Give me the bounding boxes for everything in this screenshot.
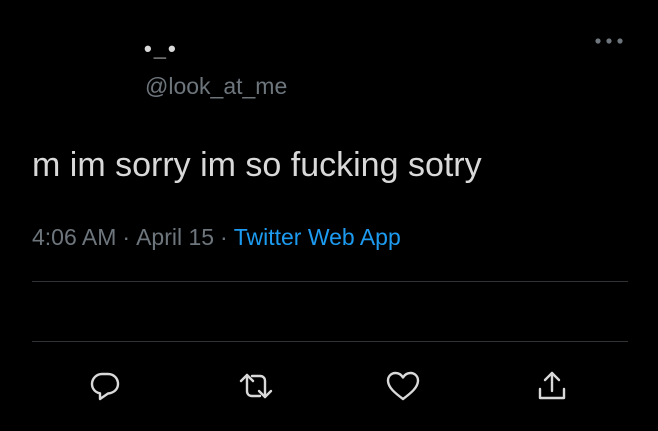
like-button[interactable] (383, 362, 423, 410)
divider (32, 281, 628, 282)
tweet-time[interactable]: 4:06 AM (32, 224, 116, 250)
reply-button[interactable] (85, 362, 125, 410)
divider (32, 341, 628, 342)
like-icon (385, 369, 421, 403)
tweet-text: m im sorry im so fucking sotry (32, 146, 482, 184)
tweet-source-link[interactable]: Twitter Web App (234, 224, 401, 250)
meta-separator: · (220, 224, 228, 250)
retweet-icon (238, 369, 274, 403)
share-button[interactable] (532, 362, 572, 410)
more-options-icon (594, 37, 624, 45)
retweet-button[interactable] (236, 362, 276, 410)
tweet-detail: •_• @look_at_me m im sorry im so fucking… (0, 0, 658, 431)
tweet-meta: 4:06 AM · April 15 · Twitter Web App (32, 224, 401, 251)
tweet-date[interactable]: April 15 (136, 224, 214, 250)
more-options-button[interactable] (591, 30, 627, 52)
share-icon (535, 369, 569, 403)
user-handle[interactable]: @look_at_me (145, 73, 287, 100)
reply-icon (88, 369, 122, 403)
display-name[interactable]: •_• (144, 36, 178, 62)
meta-separator: · (122, 224, 131, 250)
tweet-actions (0, 362, 658, 410)
